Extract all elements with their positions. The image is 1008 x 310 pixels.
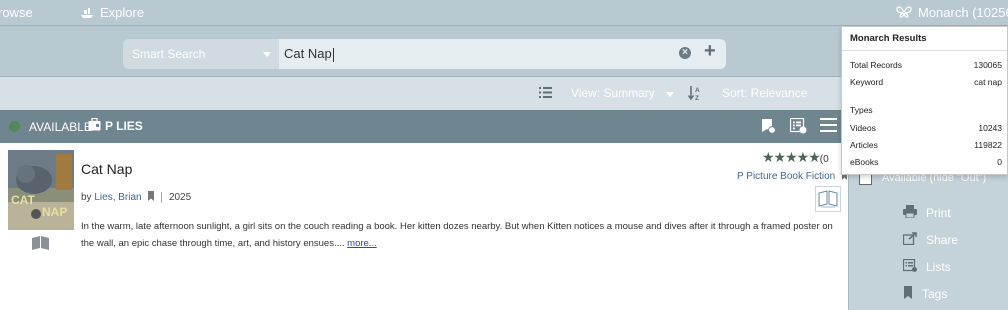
results-area: View: Summary AZ Sort: Relevance AVAILAB… bbox=[0, 76, 848, 310]
book-badge-icon[interactable] bbox=[815, 186, 841, 212]
svg-text:A: A bbox=[695, 87, 700, 94]
by-label: by bbox=[81, 192, 92, 204]
tags-label: Tags bbox=[922, 287, 948, 301]
text-cursor bbox=[332, 47, 334, 62]
place-hold-icon[interactable] bbox=[761, 118, 776, 137]
author-link[interactable]: Lies, Brian bbox=[94, 192, 141, 203]
print-button[interactable]: Print bbox=[903, 205, 951, 221]
shelf-label: P Picture Book Fiction bbox=[737, 171, 836, 183]
print-icon bbox=[903, 205, 917, 221]
total-records-label: Total Records bbox=[850, 60, 902, 70]
menu-icon[interactable] bbox=[820, 118, 837, 135]
top-nav-bar: rowse Explore Monarch (10256) bbox=[0, 0, 1008, 26]
cover-title-art: CAT bbox=[11, 193, 35, 207]
call-number-label: P LIES bbox=[105, 119, 143, 133]
lists-icon bbox=[902, 258, 917, 275]
nav-explore-link[interactable]: Explore bbox=[80, 5, 144, 20]
type-value: 0 bbox=[997, 157, 1002, 167]
availability-label[interactable]: AVAILABLE bbox=[29, 120, 92, 134]
type-label: Videos bbox=[850, 123, 876, 133]
share-label: Share bbox=[926, 233, 959, 247]
total-records-value: 130065 bbox=[973, 60, 1002, 70]
byline-divider bbox=[161, 192, 163, 203]
rating-count: (0 bbox=[819, 154, 829, 165]
type-value: 119822 bbox=[974, 140, 1002, 150]
list-view-icon[interactable] bbox=[539, 87, 552, 101]
pub-year: 2025 bbox=[168, 192, 192, 204]
shelf-location[interactable]: P Picture Book Fiction bbox=[737, 170, 847, 183]
tags-button[interactable]: Tags bbox=[903, 286, 947, 302]
star-rating[interactable]: ★★★★★(0 bbox=[762, 149, 829, 166]
chevron-down-icon bbox=[263, 52, 271, 57]
svg-text:Z: Z bbox=[695, 95, 699, 101]
search-band: Smart Search Cat Nap × + bbox=[0, 27, 848, 76]
smart-search-dropdown[interactable]: Smart Search bbox=[123, 39, 279, 69]
results-toolbar: AVAILABLE P LIES bbox=[0, 110, 848, 143]
butterfly-icon bbox=[896, 6, 912, 19]
lists-label: Lists bbox=[926, 260, 951, 274]
more-link[interactable]: more... bbox=[347, 238, 377, 249]
nav-monarch-label: Monarch (10256) bbox=[918, 5, 1008, 20]
sort-bar: View: Summary AZ Sort: Relevance bbox=[0, 77, 848, 110]
view-chevron-down-icon[interactable] bbox=[666, 92, 674, 97]
keyword-value: cat nap bbox=[974, 77, 1002, 87]
clear-search-icon[interactable]: × bbox=[679, 47, 691, 59]
nav-monarch-link[interactable]: Monarch (10256) bbox=[896, 5, 1008, 20]
available-status-icon bbox=[9, 121, 20, 132]
sort-select[interactable]: Sort: Relevance bbox=[722, 86, 807, 100]
type-row-videos[interactable]: Videos 10243 bbox=[850, 123, 1002, 133]
smart-search-label: Smart Search bbox=[132, 47, 206, 61]
view-select[interactable]: View: Summary bbox=[571, 86, 655, 100]
svg-text:NAP: NAP bbox=[42, 205, 67, 219]
summary-text: In the warm, late afternoon sunlight, a … bbox=[81, 221, 833, 249]
type-row-articles[interactable]: Articles 119822 bbox=[850, 140, 1002, 150]
share-button[interactable]: Share bbox=[902, 232, 959, 248]
type-row-ebooks[interactable]: eBooks 0 bbox=[850, 157, 1002, 167]
bookbag-icon[interactable] bbox=[88, 117, 101, 134]
keyword-label: Keyword bbox=[850, 77, 884, 87]
book-cover-image[interactable]: CAT NAP bbox=[8, 150, 74, 230]
lists-button[interactable]: Lists bbox=[902, 258, 951, 275]
ship-icon bbox=[80, 7, 94, 19]
search-input[interactable]: Cat Nap bbox=[279, 39, 726, 69]
add-search-icon[interactable]: + bbox=[704, 41, 716, 61]
total-records-row: Total Records 130065 bbox=[850, 60, 1002, 70]
nav-explore-label: Explore bbox=[100, 5, 145, 20]
result-byline: by Lies, Brian 2025 bbox=[81, 191, 191, 204]
popover-title: Monarch Results bbox=[842, 27, 1007, 51]
tag-icon bbox=[903, 286, 913, 302]
type-label: Articles bbox=[850, 140, 878, 150]
nav-browse-label: rowse bbox=[0, 5, 33, 20]
type-value: 10243 bbox=[978, 123, 1002, 133]
result-title[interactable]: Cat Nap bbox=[81, 161, 132, 177]
result-summary: In the warm, late afternoon sunlight, a … bbox=[81, 218, 841, 252]
author-bookmark-icon[interactable] bbox=[148, 191, 155, 204]
book-format-icon bbox=[32, 236, 49, 253]
result-item: CAT NAP Cat Nap by Lies, Brian 2025 In t… bbox=[0, 143, 848, 310]
search-query-text: Cat Nap bbox=[284, 46, 332, 61]
type-label: eBooks bbox=[850, 157, 879, 167]
nav-browse-link[interactable]: rowse bbox=[0, 5, 33, 20]
monarch-results-popover: Monarch Results Total Records 130065 Key… bbox=[841, 26, 1008, 175]
print-label: Print bbox=[926, 206, 951, 220]
add-to-list-icon[interactable] bbox=[789, 117, 807, 137]
types-heading: Types bbox=[850, 105, 873, 115]
share-icon bbox=[902, 232, 917, 248]
sort-az-icon[interactable]: AZ bbox=[687, 85, 702, 104]
keyword-row: Keyword cat nap bbox=[850, 77, 1002, 87]
